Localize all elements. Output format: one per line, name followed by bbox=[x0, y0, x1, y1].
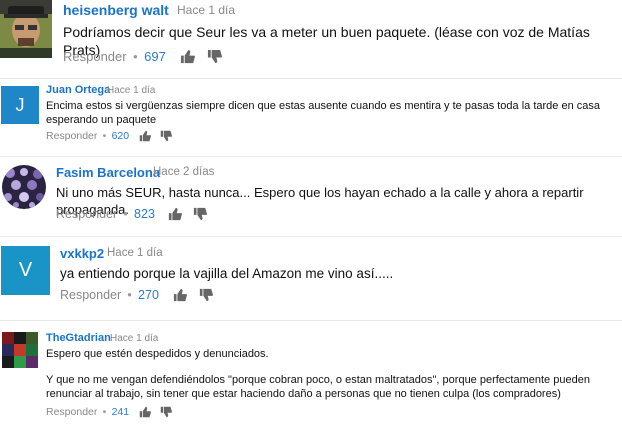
like-count: 823 bbox=[134, 207, 155, 221]
comment-text: Encima estos si vergüenzas siempre dicen… bbox=[46, 100, 600, 127]
thumbs-up-icon[interactable] bbox=[139, 130, 152, 142]
comment: V vxkkp2 Hace 1 día ya entiendo porque l… bbox=[0, 240, 622, 316]
divider bbox=[0, 236, 622, 237]
divider bbox=[0, 320, 622, 321]
reply-button[interactable]: Responder bbox=[46, 406, 97, 418]
reply-button[interactable]: Responder bbox=[60, 288, 121, 302]
pattern-avatar-image bbox=[2, 165, 46, 209]
separator-dot: • bbox=[102, 130, 107, 142]
comment-actions: Responder • 620 bbox=[46, 130, 173, 142]
comment-timestamp[interactable]: Hace 1 día bbox=[107, 85, 155, 96]
avatar-letter: J bbox=[15, 94, 25, 115]
comment-author[interactable]: Juan Ortega bbox=[46, 84, 110, 96]
comment-timestamp[interactable]: Hace 2 días bbox=[153, 166, 214, 178]
avatar-letter: V bbox=[18, 259, 33, 281]
separator-dot: • bbox=[102, 406, 107, 418]
thumbs-down-icon[interactable] bbox=[160, 130, 173, 142]
comment-actions: Responder • 241 bbox=[46, 406, 173, 418]
comment: Fasim Barcelona Hace 2 días Ni uno más S… bbox=[0, 160, 622, 236]
avatar[interactable] bbox=[0, 0, 52, 58]
like-count: 241 bbox=[111, 406, 130, 418]
reply-button[interactable]: Responder bbox=[46, 130, 97, 142]
pixel-avatar-image bbox=[2, 332, 38, 368]
thumbs-up-icon[interactable] bbox=[139, 406, 152, 418]
comment-timestamp[interactable]: Hace 1 día bbox=[110, 333, 158, 344]
comment-author[interactable]: TheGtadrian bbox=[46, 332, 111, 344]
comment-text-paragraph: Y que no me vengan defendiéndolos "porqu… bbox=[46, 374, 590, 401]
comment-author[interactable]: Fasim Barcelona bbox=[56, 165, 160, 180]
avatar[interactable] bbox=[2, 165, 46, 209]
divider bbox=[0, 156, 622, 157]
comment-timestamp[interactable]: Hace 1 día bbox=[177, 3, 235, 17]
like-count: 270 bbox=[138, 288, 159, 302]
comment: heisenberg walt Hace 1 día Podríamos dec… bbox=[0, 0, 622, 76]
thumbs-down-icon[interactable] bbox=[193, 207, 207, 221]
avatar[interactable] bbox=[2, 332, 38, 368]
comment-text: Espero que estén despedidos y denunciado… bbox=[46, 348, 269, 360]
separator-dot: • bbox=[123, 207, 128, 221]
comment-author[interactable]: heisenberg walt bbox=[63, 2, 169, 18]
comment: J Juan Ortega Hace 1 día Encima estos si… bbox=[0, 82, 622, 150]
like-count: 697 bbox=[144, 49, 166, 64]
thumbs-up-icon[interactable] bbox=[173, 288, 187, 302]
reply-button[interactable]: Responder bbox=[56, 207, 117, 221]
comment: TheGtadrian Hace 1 día Espero que estén … bbox=[0, 328, 622, 424]
avatar[interactable]: J bbox=[1, 86, 39, 124]
thumbs-up-icon[interactable] bbox=[180, 49, 195, 64]
reply-button[interactable]: Responder bbox=[63, 49, 127, 64]
comment-author[interactable]: vxkkp2 bbox=[60, 246, 104, 261]
comment-actions: Responder • 823 bbox=[56, 207, 207, 221]
separator-dot: • bbox=[133, 49, 138, 64]
divider bbox=[0, 78, 622, 79]
like-count: 620 bbox=[111, 130, 130, 142]
portrait-image bbox=[0, 0, 52, 58]
avatar[interactable]: V bbox=[1, 246, 50, 295]
thumbs-down-icon[interactable] bbox=[160, 406, 173, 418]
comment-actions: Responder • 270 bbox=[60, 288, 213, 302]
thumbs-down-icon[interactable] bbox=[207, 49, 222, 64]
comment-timestamp[interactable]: Hace 1 día bbox=[107, 247, 163, 259]
thumbs-up-icon[interactable] bbox=[168, 207, 182, 221]
comment-text: ya entiendo porque la vajilla del Amazon… bbox=[60, 266, 394, 281]
comment-actions: Responder • 697 bbox=[63, 49, 222, 64]
thumbs-down-icon[interactable] bbox=[199, 288, 213, 302]
separator-dot: • bbox=[127, 288, 132, 302]
